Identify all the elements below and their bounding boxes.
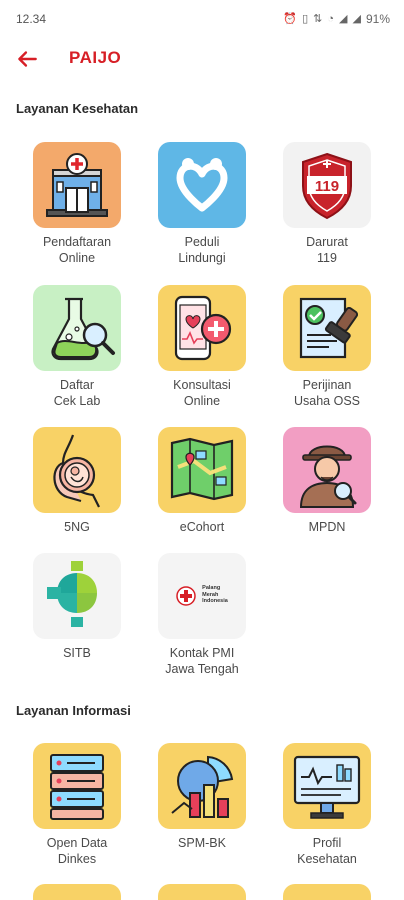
tile-daftar-cek-lab[interactable]: Daftar Cek Lab (14, 285, 140, 409)
tile-label: Peduli Lindungi (178, 235, 226, 265)
tile-open-data-dinkes[interactable]: Open Data Dinkes (14, 743, 140, 867)
section-title-kesehatan: Layanan Kesehatan (16, 101, 139, 116)
map-icon (158, 427, 246, 513)
app-bar: PAIJO (0, 38, 404, 80)
tile-label: Kontak PMI Jawa Tengah (165, 646, 239, 676)
lab-flask-icon (33, 285, 121, 371)
tile-ecohort[interactable]: eCohort (139, 427, 265, 535)
app-title: PAIJO (69, 48, 122, 67)
alarm-icon: ⏰ (283, 12, 298, 25)
phone-medical-icon (158, 285, 246, 371)
tile-mpdn[interactable]: MPDN (264, 427, 390, 535)
tile-label: Daftar Cek Lab (53, 378, 101, 408)
tile-peduli-lindungi[interactable]: Peduli Lindungi (139, 142, 265, 266)
battery-percent: 91% (365, 12, 390, 26)
tile-kontak-pmi[interactable]: Palang Merah Indonesia Kontak PMI Jawa T… (139, 553, 265, 677)
tile-label: Perijinan Usaha OSS (293, 378, 360, 408)
pregnancy-icon (33, 427, 121, 513)
tile-label: Pendaftaran Online (42, 235, 112, 265)
partial-tile-icon[interactable] (283, 884, 371, 900)
tile-darurat-119[interactable]: 119 Darurat 119 (264, 142, 390, 266)
tile-pendaftaran-online[interactable]: Pendaftaran Online (14, 142, 140, 266)
wifi-icon: ◔ (327, 12, 335, 25)
server-database-icon (33, 743, 121, 829)
back-arrow-icon[interactable] (14, 46, 40, 72)
section-title-informasi: Layanan Informasi (16, 703, 131, 718)
tile-label: Profil Kesehatan (297, 836, 357, 866)
pmi-logo-text: Palang Merah Indonesia (202, 585, 228, 605)
tile-5ng[interactable]: 5NG (14, 427, 140, 535)
signal-icon-2: ◢ (352, 12, 361, 25)
tile-konsultasi-online[interactable]: Konsultasi Online (139, 285, 265, 409)
partial-tile-icon[interactable] (33, 884, 121, 900)
tile-label: Open Data Dinkes (46, 836, 108, 866)
vibrate-icon: ▯ (302, 12, 309, 25)
stamp-document-icon (283, 285, 371, 371)
heart-hands-icon (158, 142, 246, 228)
tile-label: MPDN (308, 520, 346, 534)
tile-profil-kesehatan[interactable]: Profil Kesehatan (264, 743, 390, 867)
status-icons: ⏰ ▯ ⇅ ◔ ◢ ◢ 91% (283, 12, 390, 26)
tile-perijinan-usaha-oss[interactable]: Perijinan Usaha OSS (264, 285, 390, 409)
chart-analytics-icon (158, 743, 246, 829)
tile-label: SPM-BK (178, 836, 226, 850)
signal-icon: ◢ (339, 12, 348, 25)
status-time: 12.34 (16, 12, 47, 26)
tile-label: Konsultasi Online (173, 378, 231, 408)
tile-spm-bk[interactable]: SPM-BK (139, 743, 265, 851)
tile-label: 5NG (64, 520, 90, 534)
detective-icon (283, 427, 371, 513)
svg-text:119: 119 (315, 178, 339, 195)
data-icon: ⇅ (313, 12, 323, 25)
emergency-119-icon: 119 (283, 142, 371, 228)
status-bar: 12.34 ⏰ ▯ ⇅ ◔ ◢ ◢ 91% (0, 0, 404, 38)
health-ministry-logo-icon (33, 553, 121, 639)
hospital-icon (33, 142, 121, 228)
tile-label: eCohort (179, 520, 225, 534)
monitor-report-icon (283, 743, 371, 829)
partial-tile-icon[interactable] (158, 884, 246, 900)
tile-label: SITB (63, 646, 91, 660)
tile-sitb[interactable]: SITB (14, 553, 140, 661)
tile-label: Darurat 119 (306, 235, 348, 265)
pmi-logo-icon: Palang Merah Indonesia (158, 553, 246, 639)
